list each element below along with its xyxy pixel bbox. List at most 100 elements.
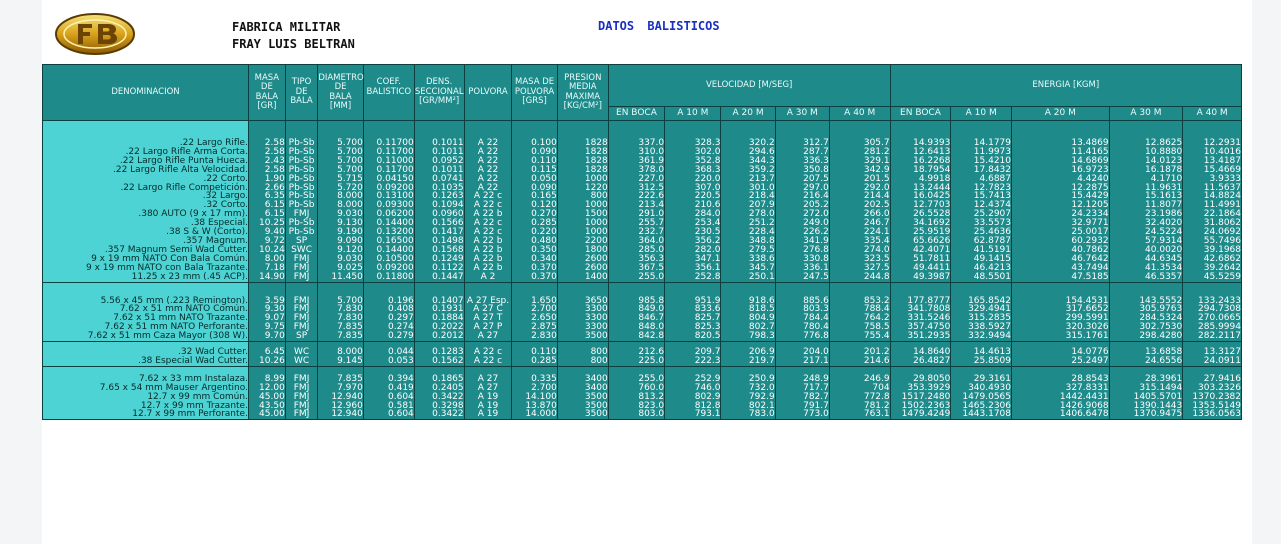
cell-e10: 165.8542 329.4941 315.2835 338.5927 332.9494: [950, 296, 1013, 343]
col-presion: PRESION MEDIA MAXIMA [KG/CM²]: [556, 64, 609, 121]
cell-polvora: A 27 A 27 A 19 A 19 A 19: [463, 374, 513, 421]
table-cell: 9.145: [337, 355, 363, 366]
cell-denominacion: .22 Largo Rifle. .22 Largo Rifle Arma Cor…: [42, 139, 249, 283]
col-tipo-l3: BALA: [290, 96, 313, 107]
cell-v40: 201.2 214.6: [828, 348, 891, 367]
table-cell: 225.0: [638, 355, 665, 366]
col-diam-l4: [MM]: [329, 100, 352, 111]
cell-e40: 133.2433 294.7308 270.0665 285.9994 282.2117: [1182, 296, 1242, 343]
cell-diametro: 7.835 7.970 12.940 12.960 12.940: [317, 374, 364, 421]
cell-v10: 252.9 746.0 802.9 812.8 793.1: [664, 374, 722, 421]
table-cell: 1443.1708: [962, 409, 1012, 420]
table-cell: 842.8: [638, 331, 665, 342]
cell-denominacion: 7.62 x 33 mm Instalaza. 7.65 x 54 mm Maus…: [42, 374, 249, 421]
table-cell: 0.285: [531, 355, 557, 366]
table-cell: 25.8509: [973, 355, 1012, 366]
table-cell: 24.0911: [1203, 355, 1241, 366]
table-cell: 252.8: [694, 271, 721, 282]
group-spacer: [42, 120, 1242, 139]
table-row-group: .22 Largo Rifle. .22 Largo Rifle Arma Cor…: [42, 139, 1242, 283]
en-30m: A 30 M: [1108, 106, 1184, 121]
table-cell: 763.1: [863, 409, 890, 420]
cell-masa_polvora: 0.100 0.090 0.110 0.115 0.050 0.090 0.165 0.120…: [511, 139, 558, 283]
cell-presion: 800 800: [556, 348, 609, 367]
vel-40m: A 40 M: [828, 106, 891, 121]
table-cell: 12.7 x 99 mm Perforante.: [132, 409, 248, 420]
table-row-group: .32 Wad Cutter. .38 Especial Wad Cutter. 6…: [42, 348, 1242, 367]
cell-masa_polvora: 1.650 2.700 2.650 2.875 2.830: [511, 296, 558, 343]
cell-denominacion: .32 Wad Cutter. .38 Especial Wad Cutter.: [42, 348, 249, 367]
cell-tipo: Pb-Sb Pb-Sb Pb-Sb Pb-Sb Pb-Sb Pb-Sb Pb-Sb Pb-Sb…: [284, 139, 319, 283]
table-cell: 773.0: [803, 409, 829, 420]
table-cell: 3500: [584, 409, 608, 420]
table-cell: 14.90: [259, 271, 285, 282]
table-cell: 48.5501: [973, 271, 1012, 282]
cell-masa_polvora: 0.110 0.285: [511, 348, 558, 367]
cell-e40: 27.9416 303.2326 1370.2382 1353.5149 1336.05…: [1182, 374, 1242, 421]
cell-v30: 312.7 287.7 336.3 350.8 207.5 297.0 216.4 205.2…: [774, 139, 830, 283]
col-dens-seccional: DENS. SECCIONAL [GR/MM²]: [413, 64, 465, 121]
table-cell: 11.450: [331, 271, 363, 282]
cell-presion: 3650 3300 3300 3300 3500: [556, 296, 609, 343]
ballistic-data-table: DENOMINACION MASA DE BALA [GR] TIPO DE BALA …: [42, 64, 1243, 421]
cell-dens: 0.1011 0.1011 0.0952 0.1011 0.0741 0.1035 0.12…: [413, 139, 465, 283]
cell-diametro: 5.700 5.700 5.700 5.700 5.715 5.720 8.000 8.000…: [317, 139, 364, 283]
col-masa-polvora: MASA DE POLVORA [GRS]: [511, 64, 558, 121]
col-dens-l3: [GR/MM²]: [419, 96, 460, 107]
table-row-group: 5.56 x 45 mm (.223 Remington). 7.62 x 51 …: [42, 296, 1242, 343]
page: FABRICA MILITAR FRAY LUIS BELTRAN DATOS …: [42, 0, 1252, 544]
col-diametro: DIAMETRO DE BALA [MM]: [317, 64, 364, 121]
cell-e10: 14.4613 25.8509: [950, 348, 1013, 367]
cell-v10: 951.9 833.6 825.7 825.3 820.5: [664, 296, 722, 343]
cell-e30: 28.3961 315.1494 1405.5701 1390.1443 1370.94…: [1108, 374, 1184, 421]
cell-e10: 14.1779 11.9973 15.4210 17.8432 4.6887 12.782…: [950, 139, 1013, 283]
table-cell: 214.6: [863, 355, 890, 366]
cell-dens: 0.1283 0.1562: [413, 348, 465, 367]
table-cell: 315.1761: [1065, 331, 1109, 342]
table-cell: 755.4: [863, 331, 890, 342]
table-cell: 0.11800: [376, 271, 414, 282]
table-cell: 45.00: [259, 409, 285, 420]
table-cell: 0.1562: [432, 355, 464, 366]
factory-name-line2: FRAY LUIS BELTRAN: [232, 37, 355, 51]
group-spacer: [42, 281, 1242, 297]
cell-v0: 212.6 225.0: [607, 348, 666, 367]
col-velocidad: VELOCIDAD [M/SEG]: [607, 64, 891, 107]
cell-masa_bala: 2.58 2.58 2.43 2.58 1.90 2.66 6.35 6.15 6.15 10.2…: [247, 139, 286, 283]
col-masa-bala-l1: MASA DE: [254, 72, 280, 93]
table-cell: 783.0: [748, 409, 775, 420]
table-cell: 217.1: [803, 355, 829, 366]
col-energia: ENERGIA [KGM]: [889, 64, 1243, 107]
cell-v0: 255.0 760.0 813.2 823.0 803.0: [607, 374, 666, 421]
cell-polvora: A 22 cA 22 c: [463, 348, 513, 367]
col-masa-bala: MASA DE BALA [GR]: [247, 64, 286, 121]
table-cell: 247.5: [803, 271, 829, 282]
cell-v30: 885.6 803.3 784.4 780.4 776.8: [774, 296, 830, 343]
factory-name-line1: FABRICA MILITAR: [232, 20, 341, 34]
table-cell: 244.8: [863, 271, 890, 282]
table-cell: 14.000: [525, 409, 557, 420]
cell-dens: 0.1865 0.2405 0.3422 0.3298 0.3422: [413, 374, 465, 421]
table-cell: A 22 c: [473, 355, 503, 366]
cell-dens: 0.1407 0.1931 0.1884 0.2022 0.2012: [413, 296, 465, 343]
cell-diametro: 8.000 9.145: [317, 348, 364, 367]
table-cell: 0.279: [388, 331, 414, 342]
table-cell: WC: [293, 355, 310, 366]
table-cell: 222.3: [694, 355, 721, 366]
table-body: .22 Largo Rifle. .22 Largo Rifle Arma Cor…: [42, 120, 1242, 421]
table-cell: 1479.4249: [901, 409, 951, 420]
table-cell: 24.6556: [1145, 355, 1183, 366]
table-cell: 7.62 x 51 mm Caza Mayor (308 W).: [87, 331, 248, 342]
cell-tipo: FMJ FMJ FMJ FMJ SP: [284, 296, 319, 343]
en-20m: A 20 M: [1011, 106, 1110, 121]
table-cell: 10.26: [259, 355, 285, 366]
table-cell: 47.5185: [1071, 271, 1109, 282]
cell-denominacion: 5.56 x 45 mm (.223 Remington). 7.62 x 51 …: [42, 296, 249, 343]
col-tipo-bala: TIPO DE BALA: [284, 64, 319, 121]
vel-en-boca: EN BOCA: [607, 106, 666, 121]
table-cell: 332.9494: [968, 331, 1012, 342]
cell-e20: 154.4531 317.6652 299.5991 320.3026 315.1761: [1011, 296, 1110, 343]
cell-v20: 206.9 219.7: [720, 348, 776, 367]
table-cell: 49.3987: [913, 271, 951, 282]
vel-20m: A 20 M: [720, 106, 776, 121]
